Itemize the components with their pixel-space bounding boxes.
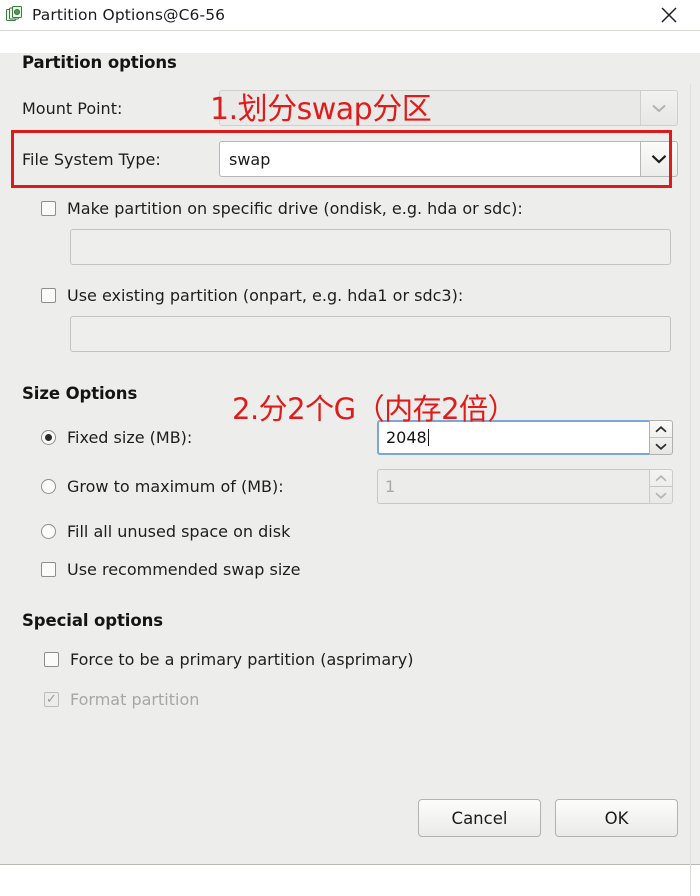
fill-all-unused-space-row[interactable]: Fill all unused space on disk [41, 522, 678, 541]
asprimary-row[interactable]: Force to be a primary partition (asprima… [44, 650, 678, 669]
file-system-type-label: File System Type: [22, 149, 161, 169]
grow-to-maximum-input[interactable]: 1 [377, 469, 649, 504]
fill-all-unused-space-label: Fill all unused space on disk [67, 522, 291, 541]
dialog-content: Partition options Mount Point: File Syst… [0, 53, 700, 864]
mount-point-combobox[interactable] [219, 90, 678, 126]
grow-to-maximum-spinner[interactable]: 1 [377, 469, 673, 504]
format-partition-row: ✓ Format partition [44, 690, 678, 709]
fixed-size-decrement-icon[interactable] [650, 438, 672, 454]
grow-to-maximum-stepper[interactable] [649, 469, 673, 504]
grow-to-maximum-label: Grow to maximum of (MB): [67, 477, 284, 496]
size-options-heading: Size Options [22, 384, 138, 403]
partition-options-dialog: Partition Options@C6-56 Partition option… [0, 0, 700, 896]
ondisk-checkbox-row[interactable]: Make partition on specific drive (ondisk… [41, 199, 678, 218]
partition-options-heading: Partition options [22, 53, 177, 72]
dialog-button-row: Cancel OK [418, 799, 678, 837]
ondisk-input[interactable] [70, 229, 671, 265]
checkmark-icon: ✓ [46, 691, 57, 707]
file-system-type-combobox[interactable]: swap [219, 141, 678, 177]
ondisk-checkbox[interactable] [41, 201, 56, 216]
ondisk-label: Make partition on specific drive (ondisk… [67, 199, 523, 218]
grow-to-maximum-radio[interactable] [41, 479, 56, 494]
close-icon[interactable] [652, 0, 686, 30]
window-title: Partition Options@C6-56 [32, 6, 226, 24]
recommended-swap-size-checkbox[interactable] [41, 562, 56, 577]
file-system-type-chevron-down-icon[interactable] [640, 141, 678, 177]
grow-to-maximum-increment-icon[interactable] [650, 470, 672, 487]
mount-point-label: Mount Point: [22, 98, 123, 118]
fixed-size-label: Fixed size (MB): [67, 428, 193, 447]
format-partition-checkbox: ✓ [44, 692, 59, 707]
ok-button[interactable]: OK [555, 799, 678, 837]
fixed-size-input[interactable]: 2048 [377, 420, 649, 455]
text-caret [427, 429, 429, 446]
fixed-size-value: 2048 [386, 428, 427, 447]
file-system-type-value[interactable]: swap [219, 141, 640, 177]
mount-point-value[interactable] [219, 90, 640, 126]
fixed-size-row: Fixed size (MB): 2048 [41, 420, 678, 455]
partition-disk-icon [5, 5, 25, 25]
format-partition-label: Format partition [70, 690, 200, 709]
asprimary-checkbox[interactable] [44, 652, 59, 667]
grow-to-maximum-value: 1 [385, 477, 396, 496]
fill-all-unused-space-radio[interactable] [41, 524, 56, 539]
fixed-size-increment-icon[interactable] [650, 421, 672, 438]
grow-to-maximum-row: Grow to maximum of (MB): 1 [41, 469, 678, 504]
fixed-size-spinner[interactable]: 2048 [377, 420, 673, 455]
mount-point-chevron-down-icon[interactable] [640, 90, 678, 126]
fixed-size-radio[interactable] [41, 430, 56, 445]
asprimary-label: Force to be a primary partition (asprima… [70, 650, 414, 669]
dialog-body: Partition options Mount Point: File Syst… [0, 53, 700, 896]
special-options-heading: Special options [22, 611, 163, 630]
titlebar: Partition Options@C6-56 [0, 0, 700, 31]
onpart-checkbox[interactable] [41, 288, 56, 303]
mount-point-row: Mount Point: [22, 90, 678, 126]
fixed-size-stepper[interactable] [649, 420, 673, 455]
cancel-button[interactable]: Cancel [418, 799, 541, 837]
recommended-swap-size-row[interactable]: Use recommended swap size [41, 560, 678, 579]
onpart-label: Use existing partition (onpart, e.g. hda… [67, 286, 464, 305]
recommended-swap-size-label: Use recommended swap size [67, 560, 301, 579]
onpart-input[interactable] [70, 316, 671, 352]
onpart-checkbox-row[interactable]: Use existing partition (onpart, e.g. hda… [41, 286, 678, 305]
file-system-type-row: File System Type: swap [22, 141, 678, 177]
grow-to-maximum-decrement-icon[interactable] [650, 487, 672, 503]
